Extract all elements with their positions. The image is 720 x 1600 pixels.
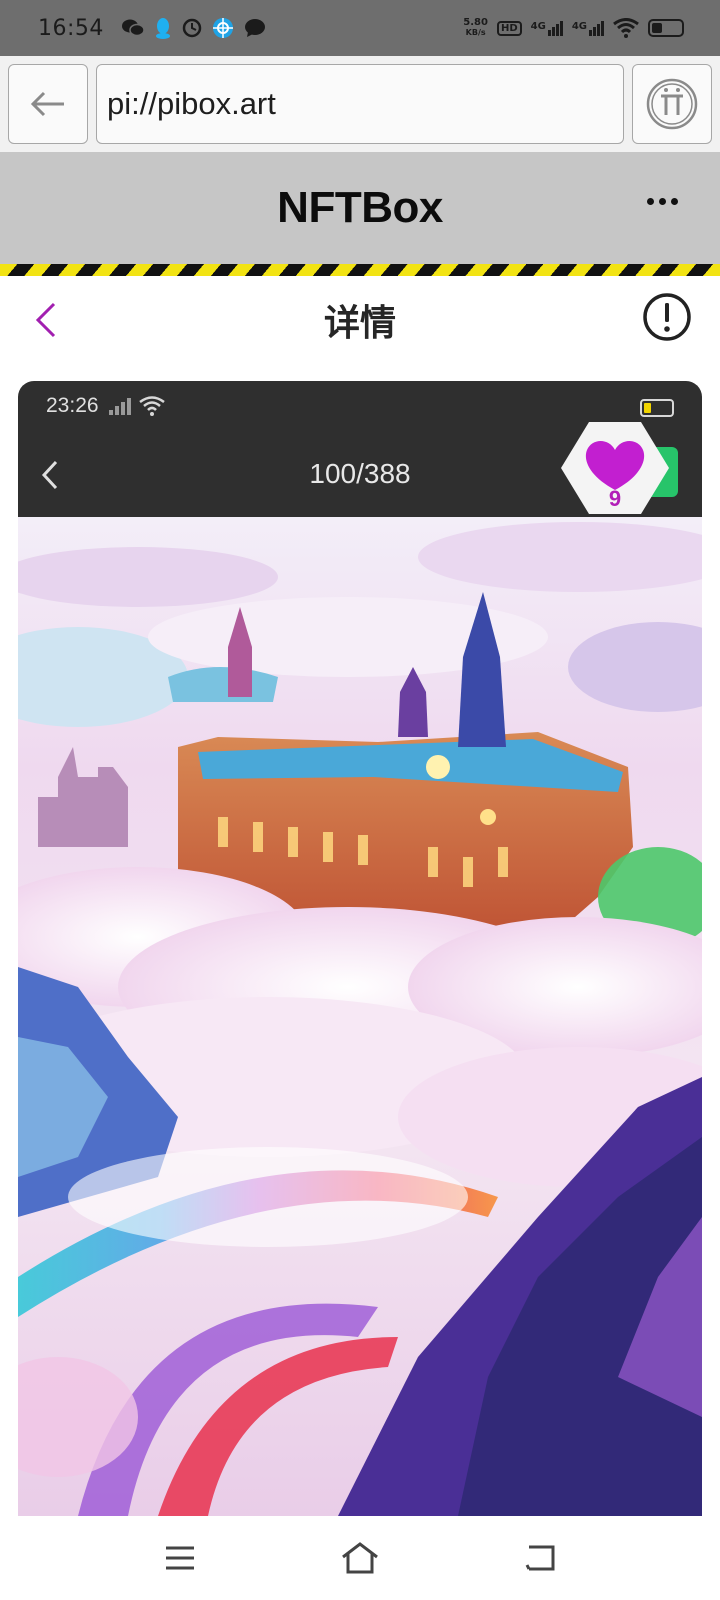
pi-browser-button[interactable] (632, 64, 712, 144)
menu-icon (166, 1546, 194, 1570)
network-speed: 5.80 KB/s (463, 18, 488, 38)
nft-artwork-image[interactable] (18, 517, 702, 1516)
clock-app-icon (182, 18, 202, 38)
like-count: 9 (608, 486, 622, 511)
inner-signal-icon (108, 397, 131, 415)
browser-back-button[interactable] (8, 64, 88, 144)
page-title: 详情 (323, 303, 396, 344)
battery-icon (648, 19, 684, 37)
network-speed-value: 5.80 (463, 17, 488, 28)
nav-home-button[interactable] (337, 1536, 383, 1580)
image-counter: 100/388 (309, 458, 411, 489)
notification-icons (121, 17, 266, 39)
inner-status-time: 23:26 (46, 394, 99, 417)
like-button[interactable]: 9 (559, 418, 671, 518)
url-field[interactable]: pi://pibox.art (96, 64, 624, 144)
browser-toolbar: pi://pibox.art (0, 56, 720, 152)
system-status-bar: 16:54 5.80 KB/s HD 4G 4G (0, 0, 720, 56)
wifi-icon (613, 18, 639, 38)
inner-battery-icon (640, 399, 674, 417)
nav-back-button[interactable] (517, 1536, 563, 1580)
inner-chevron-left-icon (41, 460, 58, 490)
pi-logo-icon (646, 78, 698, 130)
chevron-left-icon[interactable] (32, 298, 62, 342)
url-text: pi://pibox.art (107, 86, 276, 121)
app-title: NFTBox (277, 183, 443, 232)
network-type-label: 4G (571, 20, 587, 32)
app-header: NFTBox (0, 152, 720, 264)
network-speed-unit: KB/s (465, 28, 486, 37)
signal-4g-1: 4G (530, 20, 563, 36)
system-navigation-bar (0, 1516, 720, 1600)
detail-header: 详情 (0, 276, 720, 364)
back-icon (525, 1545, 555, 1571)
signal-4g-2: 4G (571, 20, 604, 36)
message-icon (244, 19, 265, 37)
info-icon[interactable] (642, 292, 692, 342)
inner-wifi-icon (138, 396, 165, 416)
qq-icon (155, 18, 170, 39)
status-indicators: 5.80 KB/s HD 4G 4G (463, 18, 684, 38)
home-icon (342, 1542, 378, 1574)
nav-menu-button[interactable] (157, 1536, 203, 1580)
arrow-left-icon (30, 91, 64, 117)
hd-badge: HD (496, 20, 522, 36)
wechat-icon (121, 19, 144, 37)
status-time: 16:54 (38, 15, 104, 41)
hazard-stripe (0, 264, 720, 276)
browser-app-icon (212, 18, 233, 38)
network-type-label: 4G (530, 20, 546, 32)
more-dots-icon[interactable] (647, 198, 678, 205)
nft-card[interactable]: 23:26 100/388 (18, 381, 702, 1516)
